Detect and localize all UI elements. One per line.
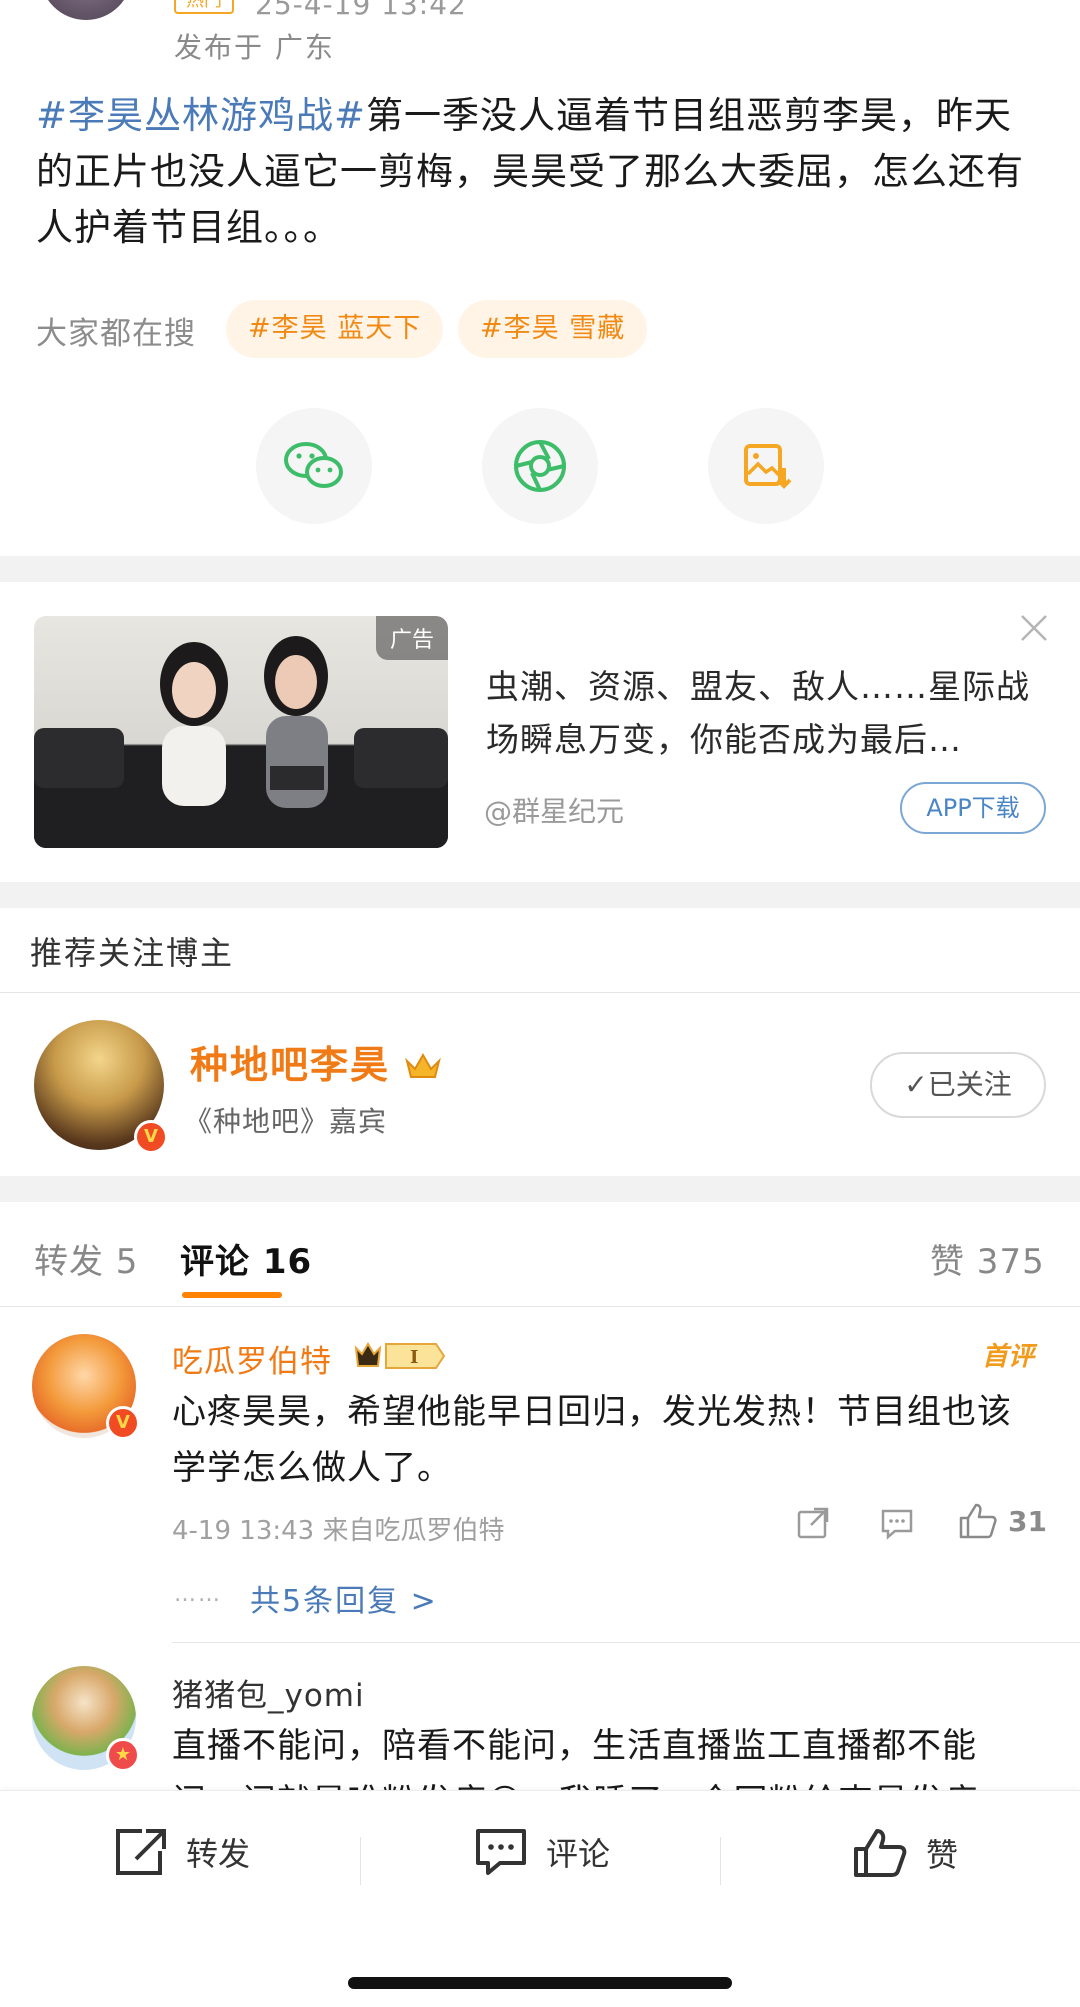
share-wechat-button[interactable] — [256, 408, 372, 524]
ad-badge: 广告 — [375, 616, 448, 660]
comment-icon — [476, 1829, 526, 1875]
repost-button[interactable]: 转发 — [112, 1827, 250, 1877]
ad-image[interactable]: 广告 — [34, 616, 448, 848]
comment-text: 心疼昊昊，希望他能早日回归，发光发热！节目组也该学学怎么做人了。 — [172, 1392, 1012, 1488]
save-image-button[interactable] — [708, 408, 824, 524]
close-icon[interactable] — [1018, 612, 1050, 644]
post-text: #李昊丛林游鸡战#第一季没人逼着节目组恶剪李昊，昨天的正片也没人逼它一剪梅，昊昊… — [36, 88, 1036, 256]
comment-author[interactable]: 猪猪包_yomi — [172, 1670, 365, 1715]
crown-icon — [405, 1046, 442, 1090]
tab-comment[interactable]: 评论 16 — [180, 1234, 312, 1283]
separator — [720, 1837, 721, 1885]
moments-icon — [514, 440, 566, 492]
comment-button[interactable]: 评论 — [474, 1827, 610, 1877]
search-label: 大家都在搜 — [36, 316, 196, 352]
comment-like-button[interactable]: 31 — [958, 1502, 1047, 1540]
hot-tag: 热门 — [174, 0, 234, 14]
post-time: 25-4-19 13:42 — [255, 0, 467, 21]
level-badge-icon: I — [352, 1340, 448, 1376]
section-gap — [0, 1176, 1080, 1202]
like-button[interactable]: 赞 — [852, 1827, 958, 1879]
following-button[interactable]: ✓已关注 — [870, 1052, 1046, 1118]
comment-text: 直播不能问，陪看不能问，生活直播监工直播都不能问，问就是唯粉发疯😊，我睡了，全网… — [172, 1726, 977, 1790]
post-author-avatar[interactable] — [40, 0, 132, 20]
recommend-name[interactable]: 种地吧李昊 — [190, 1034, 442, 1090]
thumbs-up-icon — [959, 1503, 997, 1539]
ad-download-button[interactable]: APP下载 — [900, 782, 1046, 834]
search-chip[interactable]: #李昊 蓝天下 — [226, 300, 444, 358]
divider — [0, 1306, 1080, 1307]
comment-share-icon[interactable] — [796, 1506, 830, 1544]
home-indicator[interactable] — [348, 1977, 732, 1989]
comment-like-count: 31 — [1008, 1504, 1047, 1538]
first-comment-badge: 首评 — [982, 1342, 1035, 1372]
comment-author[interactable]: 吃瓜罗伯特 — [172, 1336, 332, 1381]
comment-reply-icon[interactable] — [880, 1508, 914, 1544]
recommend-description: 《种地吧》嘉宾 — [184, 1105, 388, 1138]
ad-text[interactable]: 虫潮、资源、盟友、敌人……星际战场瞬息万变，你能否成为最后… — [486, 660, 1046, 766]
divider — [0, 992, 1080, 993]
svg-text:I: I — [410, 1347, 418, 1368]
tab-likes[interactable]: 赞 375 — [930, 1234, 1045, 1283]
comment-meta: 4-19 13:43 来自吃瓜罗伯特 — [172, 1516, 505, 1546]
recommend-title: 推荐关注博主 — [30, 934, 235, 972]
save-image-icon — [744, 444, 792, 489]
view-replies-link[interactable]: 共5条回复 > — [250, 1576, 438, 1620]
divider — [172, 1642, 1080, 1643]
section-gap — [0, 556, 1080, 582]
topic-link[interactable]: #李昊丛林游鸡战# — [36, 94, 366, 137]
repost-icon — [116, 1829, 166, 1875]
ad-source[interactable]: @群星纪元 — [484, 790, 624, 830]
section-gap — [0, 882, 1080, 908]
separator — [360, 1837, 361, 1885]
bottom-action-bar: 转发 评论 赞 — [0, 1790, 1080, 2007]
tab-active-indicator — [182, 1292, 282, 1298]
verified-badge-icon: V — [106, 1406, 140, 1440]
search-chip[interactable]: #李昊 雪藏 — [458, 300, 648, 358]
thumbs-up-icon — [854, 1829, 907, 1877]
post-location: 发布于 广东 — [174, 31, 335, 64]
share-moments-button[interactable] — [482, 408, 598, 524]
member-badge-icon: ★ — [106, 1738, 140, 1772]
wechat-icon — [284, 442, 343, 488]
tab-repost[interactable]: 转发 5 — [34, 1234, 138, 1283]
verified-badge-icon: V — [134, 1120, 168, 1154]
replies-dots: …… — [174, 1582, 222, 1607]
